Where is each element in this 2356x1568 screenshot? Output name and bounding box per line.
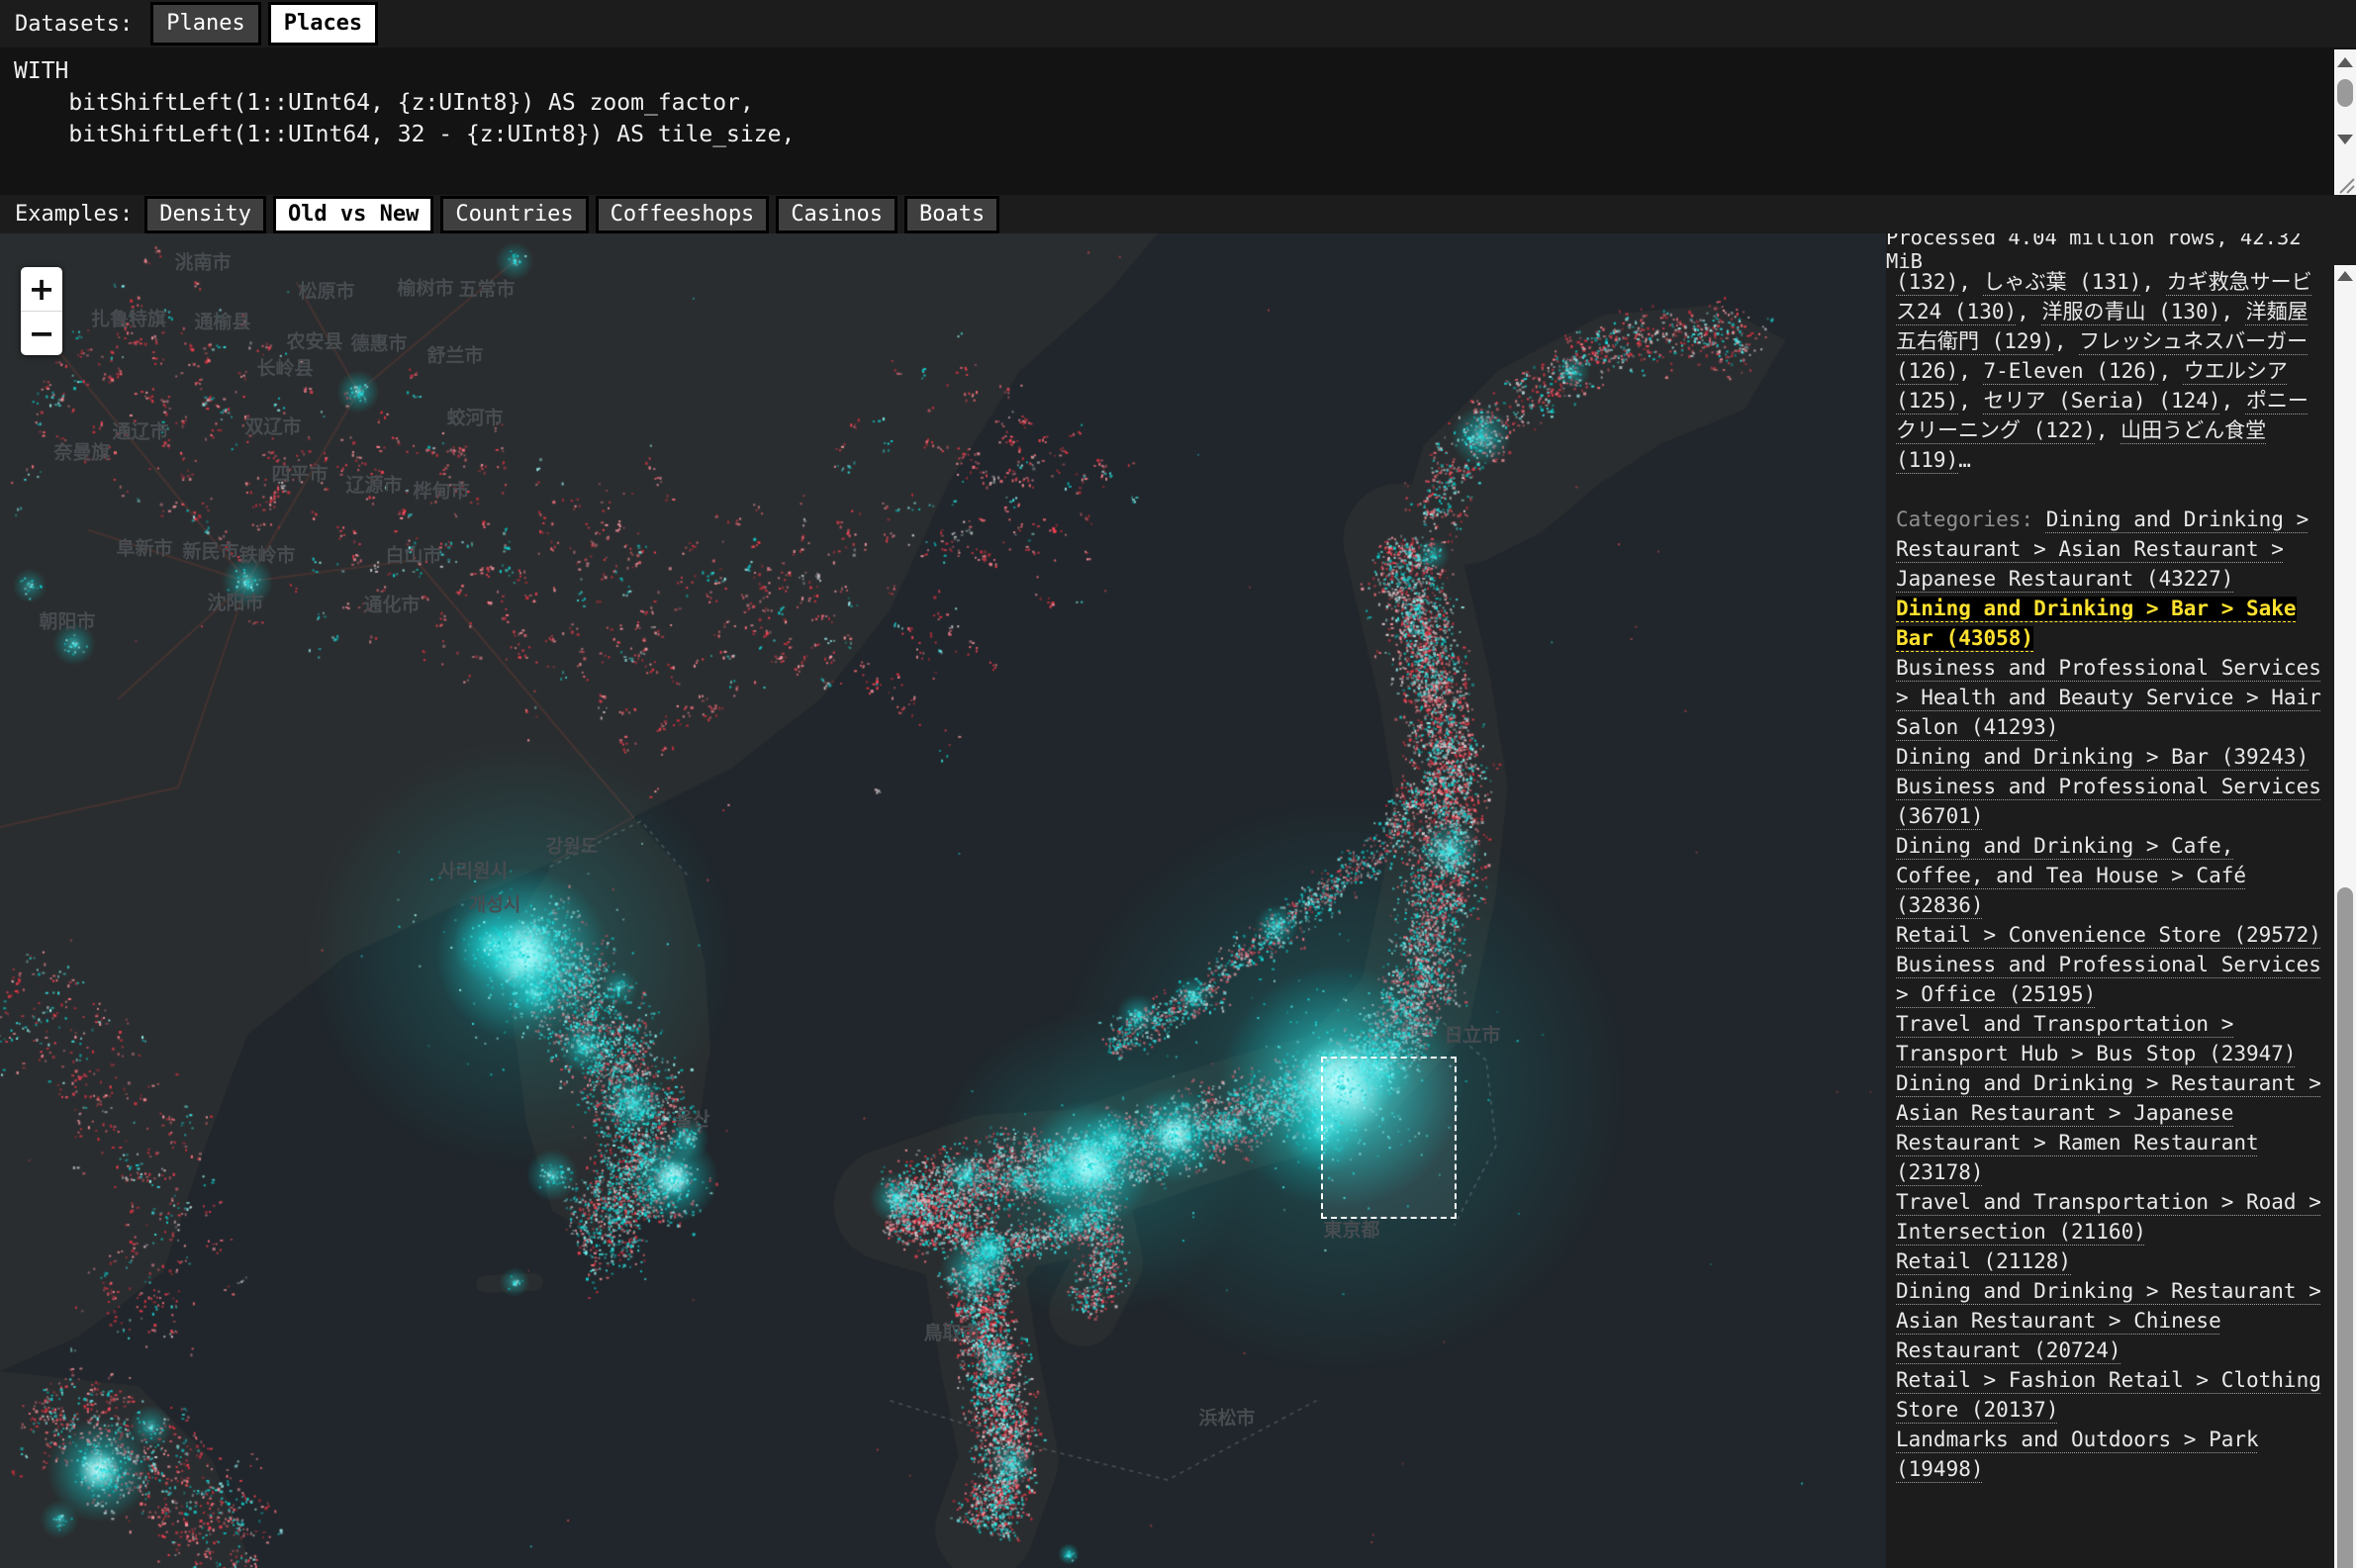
datasets-bar: Datasets: PlanesPlaces [0, 0, 2356, 47]
zoom-out-button[interactable]: − [21, 311, 62, 355]
examples-buttons: DensityOld vs NewCountriesCoffeeshopsCas… [144, 196, 999, 233]
category-link[interactable]: Landmarks and Outdoors > Park (19498) [1896, 1428, 2259, 1481]
category-link[interactable]: Travel and Transportation > Transport Hu… [1896, 1012, 2297, 1065]
examples-label: Examples: [15, 202, 133, 227]
brand-link[interactable]: 7-Eleven (126) [1984, 359, 2159, 383]
zoom-control: + − [21, 267, 62, 355]
category-link[interactable]: Travel and Transportation > Road > Inter… [1896, 1190, 2321, 1244]
scroll-down-icon[interactable] [2337, 135, 2353, 144]
category-link[interactable]: Dining and Drinking > Bar (39243) [1896, 745, 2309, 769]
map-selection-box[interactable] [1321, 1057, 1457, 1219]
brand-link[interactable]: しゃぶ葉 (131) [1984, 270, 2142, 294]
example-button-countries[interactable]: Countries [440, 196, 588, 233]
datasets-label: Datasets: [15, 12, 133, 37]
category-link[interactable]: Dining and Drinking > Restaurant > Asian… [1896, 1279, 2321, 1362]
category-link[interactable]: Business and Professional Services > Hea… [1896, 656, 2321, 739]
map[interactable]: 洮南市松原市五常市榆树市扎鲁特旗通榆县农安县德惠市舒兰市长岭县通辽市双辽市蛟河市… [0, 233, 1886, 1568]
map-canvas[interactable] [0, 233, 1886, 1568]
sidebar: Processed 4.04 million rows, 42.32 MiB (… [1886, 233, 2356, 1568]
category-link[interactable]: Retail > Fashion Retail > Clothing Store… [1896, 1368, 2321, 1422]
example-button-old-vs-new[interactable]: Old vs New [273, 196, 433, 233]
datasets-buttons: PlanesPlaces [150, 2, 378, 46]
brand-link[interactable]: 洋服の青山 (130) [2041, 300, 2220, 323]
example-button-density[interactable]: Density [144, 196, 266, 233]
categories-block: Categories: Dining and Drinking > Restau… [1896, 505, 2322, 1484]
example-button-boats[interactable]: Boats [904, 196, 999, 233]
brands-block: (132), しゃぶ葉 (131), カギ救急サービス24 (130), 洋服の… [1896, 267, 2322, 475]
categories-label: Categories: [1896, 507, 2046, 531]
category-link[interactable]: Business and Professional Services > Off… [1896, 953, 2321, 1006]
scroll-up-icon[interactable] [2337, 57, 2353, 67]
category-link[interactable]: Business and Professional Services (3670… [1896, 775, 2321, 828]
sql-code[interactable]: WITH bitShiftLeft(1::UInt64, {z:UInt8}) … [0, 47, 2356, 158]
sql-editor[interactable]: WITH bitShiftLeft(1::UInt64, {z:UInt8}) … [0, 47, 2356, 195]
category-link[interactable]: Retail > Convenience Store (29572) [1896, 923, 2321, 947]
sidebar-scrollbar[interactable] [2334, 265, 2356, 1568]
category-link-highlighted[interactable]: Dining and Drinking > Bar > Sake Bar (43… [1896, 597, 2297, 650]
dataset-button-places[interactable]: Places [268, 2, 378, 46]
brand-link[interactable]: (132) [1896, 270, 1958, 294]
sql-editor-scrollbar[interactable] [2334, 49, 2356, 195]
example-button-casinos[interactable]: Casinos [776, 196, 897, 233]
example-button-coffeeshops[interactable]: Coffeeshops [596, 196, 770, 233]
dataset-button-planes[interactable]: Planes [150, 2, 260, 46]
category-link[interactable]: Retail (21128) [1896, 1249, 2071, 1273]
status-bar: Processed 4.04 million rows, 42.32 MiB [1886, 233, 2356, 265]
app: Datasets: PlanesPlaces WITH bitShiftLeft… [0, 0, 2356, 1568]
scroll-up-icon[interactable] [2337, 271, 2353, 281]
sql-scrollbar-thumb[interactable] [2337, 79, 2353, 107]
brand-link[interactable]: セリア (Seria) (124) [1984, 389, 2221, 413]
resize-grip-icon[interactable] [2334, 171, 2356, 195]
examples-bar: Examples: DensityOld vs NewCountriesCoff… [0, 195, 2356, 233]
zoom-in-button[interactable]: + [21, 267, 62, 311]
block-gap [1896, 475, 2322, 505]
category-link[interactable]: Dining and Drinking > Restaurant > Asian… [1896, 1071, 2321, 1184]
sidebar-content: (132), しゃぶ葉 (131), カギ救急サービス24 (130), 洋服の… [1886, 265, 2356, 1484]
category-link[interactable]: Dining and Drinking > Cafe, Coffee, and … [1896, 834, 2246, 917]
sidebar-scrollbar-thumb[interactable] [2337, 887, 2353, 1568]
